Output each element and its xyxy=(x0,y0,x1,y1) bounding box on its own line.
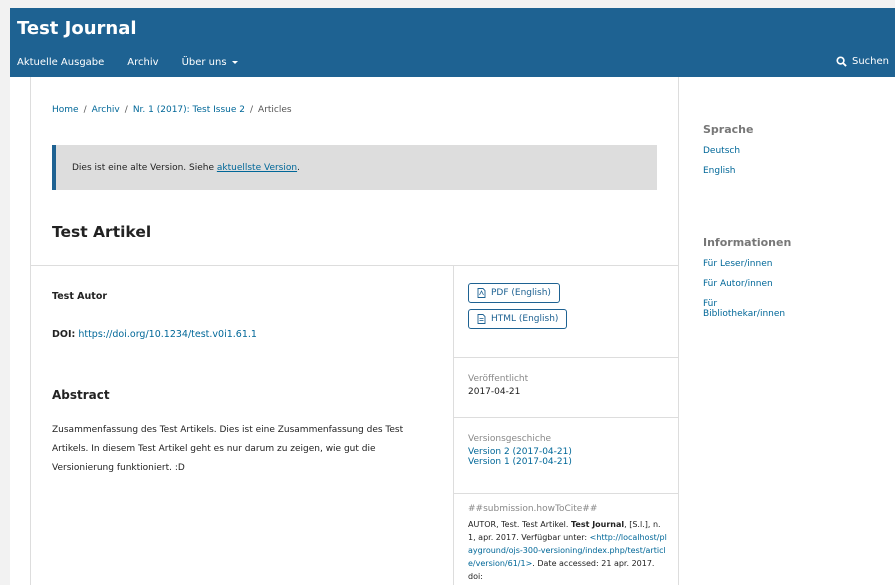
divider xyxy=(454,417,678,418)
notice-suffix: . xyxy=(297,163,300,173)
versions-section: Versionsgeschiche Version 2 (2017-04-21)… xyxy=(468,434,572,467)
article-author: Test Autor xyxy=(52,291,108,302)
language-deutsch[interactable]: Deutsch xyxy=(703,146,753,156)
information-title: Informationen xyxy=(703,236,792,249)
cite-place: , [S.l.], xyxy=(624,520,651,529)
divider xyxy=(454,357,678,358)
html-file-icon xyxy=(477,314,486,324)
latest-version-link[interactable]: aktuellste Version xyxy=(217,163,297,173)
language-title: Sprache xyxy=(703,123,754,136)
nav-about-label: Über uns xyxy=(181,57,227,68)
nav-archive[interactable]: Archiv xyxy=(127,57,158,68)
published-section: Veröffentlicht 2017-04-21 xyxy=(468,374,528,397)
main-content: Home / Archiv / Nr. 1 (2017): Test Issue 2 / A… xyxy=(30,77,679,585)
cite-journal: Test Journal xyxy=(571,520,625,529)
info-readers-link[interactable]: Für Leser/innen xyxy=(703,259,791,269)
breadcrumb-issue[interactable]: Nr. 1 (2017): Test Issue 2 xyxy=(133,105,245,115)
how-to-cite: ##submission.howToCite## AUTOR, Test. Te… xyxy=(468,503,668,583)
html-galley-label: HTML (English) xyxy=(491,314,559,324)
browser-viewport: Test Journal Aktuelle Ausgabe Archiv Übe… xyxy=(10,8,895,585)
divider xyxy=(454,493,678,494)
information-block: Informationen Für Leser/innen Für Autor/… xyxy=(703,236,791,329)
breadcrumb: Home / Archiv / Nr. 1 (2017): Test Issue 2 / A… xyxy=(52,105,292,115)
pdf-galley-button[interactable]: PDF (English) xyxy=(468,283,560,303)
site-title[interactable]: Test Journal xyxy=(17,18,137,39)
article-doi: DOI: https://doi.org/10.1234/test.v0i1.6… xyxy=(52,329,257,340)
abstract-text: Zusammenfassung des Test Artikels. Dies … xyxy=(52,425,404,473)
pdf-galley-label: PDF (English) xyxy=(491,288,551,298)
published-label: Veröffentlicht xyxy=(468,374,529,384)
version-1-link[interactable]: Version 1 (2017-04-21) xyxy=(468,457,572,467)
breadcrumb-separator: / xyxy=(250,105,254,115)
pdf-file-icon xyxy=(477,288,486,298)
version-2-link[interactable]: Version 2 (2017-04-21) xyxy=(468,447,572,457)
primary-nav: Aktuelle Ausgabe Archiv Über uns xyxy=(17,57,261,68)
galley-links: PDF (English) HTML (English) xyxy=(468,283,568,335)
versions-label: Versionsgeschiche xyxy=(468,434,552,444)
doi-label: DOI: xyxy=(52,329,76,340)
doi-link[interactable]: https://doi.org/10.1234/test.v0i1.61.1 xyxy=(78,329,257,340)
published-date: 2017-04-21 xyxy=(468,387,521,397)
breadcrumb-current: Articles xyxy=(258,105,292,115)
cite-label: ##submission.howToCite## xyxy=(468,504,598,514)
article-title: Test Artikel xyxy=(52,223,152,241)
language-block: Sprache Deutsch English xyxy=(703,123,753,186)
breadcrumb-separator: / xyxy=(83,105,87,115)
search-icon xyxy=(836,56,847,67)
nav-current-issue[interactable]: Aktuelle Ausgabe xyxy=(17,57,104,68)
search-button[interactable]: Suchen xyxy=(836,56,889,67)
language-english[interactable]: English xyxy=(703,166,753,176)
old-version-notice: Dies ist eine alte Version. Siehe aktuel… xyxy=(52,145,657,190)
nav-about[interactable]: Über uns xyxy=(182,57,238,68)
chevron-down-icon xyxy=(231,61,238,64)
divider xyxy=(31,265,678,266)
notice-text: Dies ist eine alte Version. Siehe xyxy=(72,163,214,173)
search-label: Suchen xyxy=(852,56,890,67)
cite-authors: AUTOR, Test. Test Artikel. xyxy=(468,520,569,529)
info-librarians-link[interactable]: Für Bibliothekar/innen xyxy=(703,299,791,319)
abstract-heading: Abstract xyxy=(52,388,110,402)
info-authors-link[interactable]: Für Autor/innen xyxy=(703,279,791,289)
column-divider xyxy=(453,266,454,585)
breadcrumb-archive[interactable]: Archiv xyxy=(92,105,120,115)
site-header: Test Journal Aktuelle Ausgabe Archiv Übe… xyxy=(10,8,895,77)
breadcrumb-separator: / xyxy=(124,105,128,115)
html-galley-button[interactable]: HTML (English) xyxy=(468,309,568,329)
breadcrumb-home[interactable]: Home xyxy=(52,105,79,115)
